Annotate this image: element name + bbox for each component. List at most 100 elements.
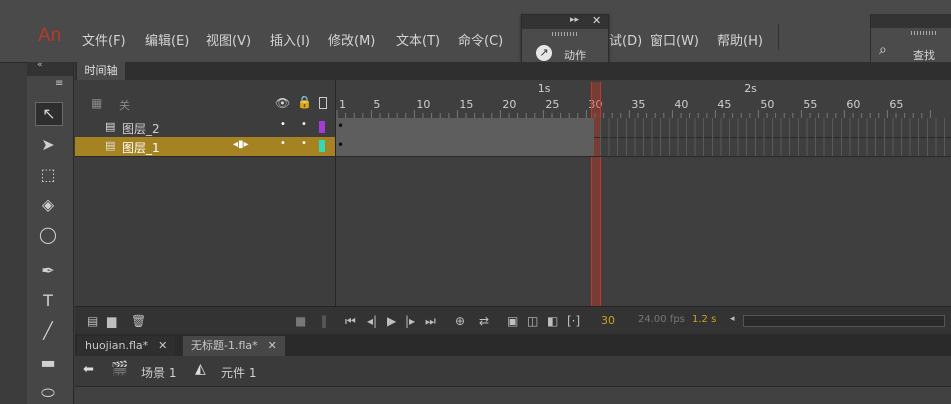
panel-header[interactable]	[871, 14, 951, 28]
document-tab-label[interactable]: 无标题-1.fla*	[191, 339, 258, 352]
menu-item[interactable]: 命令(C)	[458, 30, 503, 49]
scene-icon[interactable]: 🎬	[111, 361, 128, 377]
layer-row[interactable]: ▤ 图层_2 • •	[75, 118, 335, 138]
frame-span[interactable]	[336, 118, 594, 137]
close-icon[interactable]: ✕	[268, 339, 277, 352]
rectangle-tool-icon[interactable]: ▬	[35, 352, 61, 374]
actions-label[interactable]: 动作	[564, 47, 586, 63]
find-label[interactable]: 查找	[913, 47, 935, 63]
current-frame[interactable]: 30	[601, 314, 615, 327]
document-tab[interactable]: huojian.fla* ✕	[77, 336, 176, 356]
line-tool-icon[interactable]: ╱	[35, 320, 61, 342]
empty-frames[interactable]	[600, 137, 951, 156]
loop-icon[interactable]: ⇄	[479, 314, 489, 328]
oval-tool-icon[interactable]: ⬭	[35, 382, 61, 404]
stage[interactable]	[75, 387, 951, 404]
layer-color-swatch[interactable]	[319, 140, 325, 152]
frame-span[interactable]	[336, 137, 594, 156]
menu-icon[interactable]: ≡	[55, 78, 63, 89]
step-forward-icon[interactable]: |▸	[405, 314, 415, 328]
camera-icon[interactable]: ■	[295, 314, 306, 328]
horizontal-scrollbar[interactable]	[743, 315, 945, 327]
eye-icon[interactable]: 👁	[275, 96, 290, 110]
last-frame-icon[interactable]: ⏭	[425, 314, 436, 329]
collapse-icon[interactable]: «	[37, 60, 43, 70]
first-frame-icon[interactable]: ⏮	[345, 314, 356, 329]
keyframe-dot[interactable]: •	[337, 138, 344, 152]
pen-tool-icon[interactable]: ✒	[35, 260, 61, 282]
ruler-frame-label: 35	[631, 98, 645, 111]
selection-tool-icon[interactable]: ↖	[35, 102, 63, 126]
close-icon[interactable]: ✕	[592, 14, 601, 27]
ruler-frame-label: 55	[803, 98, 817, 111]
panel-header[interactable]: ▸▸ ✕	[522, 14, 608, 29]
layer-nav-icon[interactable]: ◂▮▸	[233, 139, 249, 150]
menu-item[interactable]: 帮助(H)	[717, 30, 763, 49]
frame-ruler[interactable]: 1s 2s1 5 10 15 20 25 30 35 40 45 50 55 60 65	[336, 80, 951, 118]
delete-icon[interactable]: 🗑	[131, 314, 146, 328]
outline-icon[interactable]	[319, 97, 327, 109]
empty-frames[interactable]	[600, 118, 951, 137]
ruler-second-label: 2s	[744, 82, 757, 95]
scroll-left-icon[interactable]: ◂	[730, 314, 735, 324]
menu-item[interactable]: 文件(F)	[82, 30, 126, 49]
symbol-label[interactable]: 元件 1	[221, 364, 256, 381]
frames-area[interactable]: 1s 2s 1 5 10 15 20 25 30 35 40 45 50 55 60 65 • •	[336, 80, 951, 308]
frame-rate[interactable]: 24.00 fps	[638, 314, 685, 325]
layer-depth-icon[interactable]: ‖	[321, 314, 327, 328]
onion-skin-icon[interactable]: ▣	[507, 314, 518, 328]
layer-name[interactable]: 图层_2	[122, 120, 160, 137]
symbol-icon[interactable]: ◭	[195, 361, 206, 377]
layer-color-swatch[interactable]	[319, 121, 325, 133]
expand-icon[interactable]: ▸▸	[570, 15, 579, 25]
new-layer-icon[interactable]: ▤	[87, 314, 98, 328]
step-back-icon[interactable]: ◂|	[367, 314, 377, 328]
document-tab-label[interactable]: huojian.fla*	[85, 339, 148, 352]
find-icon[interactable]: ⌕	[879, 42, 887, 58]
layer-row[interactable]: ▤ 图层_1 ◂▮▸ • •	[75, 137, 335, 157]
free-transform-tool-icon[interactable]: ⬚	[35, 164, 61, 186]
grip-icon[interactable]	[911, 31, 937, 35]
playhead[interactable]	[591, 82, 601, 308]
document-tab[interactable]: 无标题-1.fla* ✕	[183, 336, 285, 356]
menu-item[interactable]: 编辑(E)	[145, 30, 189, 49]
menu-item[interactable]: 文本(T)	[396, 30, 440, 49]
frame-row[interactable]: •	[336, 118, 951, 138]
menu-item[interactable]: 试(D)	[609, 30, 642, 49]
keyframe-dot[interactable]: •	[337, 119, 344, 133]
lasso-tool-icon[interactable]: ◯	[35, 224, 61, 246]
visibility-dot[interactable]: •	[280, 119, 286, 130]
menu-item[interactable]: 修改(M)	[328, 30, 375, 49]
scene-label[interactable]: 场景 1	[141, 364, 176, 381]
center-frame-icon[interactable]: ⊕	[455, 314, 465, 328]
timeline-panel: 时间轴 ▦ 关 👁 🔒 ▤ 图层_2 • • ▤ 图层_1 ◂▮▸ • • 1s 2s 1 5 10 15…	[75, 62, 951, 335]
tab-timeline[interactable]: 时间轴	[77, 62, 125, 80]
layer-icon: ▤	[105, 139, 116, 152]
folder-icon[interactable]: ▦	[91, 96, 102, 110]
layer-name[interactable]: 图层_1	[122, 139, 160, 156]
onion-outline-icon[interactable]: ◫	[527, 314, 538, 328]
lock-icon[interactable]: 🔒	[297, 95, 312, 109]
ruler-frame-label: 5	[373, 98, 380, 111]
grip-icon[interactable]	[552, 32, 578, 36]
visibility-dot[interactable]: •	[280, 138, 286, 149]
menu-item[interactable]: 插入(I)	[270, 30, 310, 49]
text-tool-icon[interactable]: T	[35, 290, 61, 312]
close-icon[interactable]: ✕	[158, 339, 167, 352]
frame-row[interactable]: •	[336, 137, 951, 157]
timeline-tabbar: 时间轴	[75, 62, 951, 80]
back-arrow-icon[interactable]: ⬅	[83, 362, 94, 377]
edit-multiple-icon[interactable]: ◧	[547, 314, 558, 328]
menu-item[interactable]: 视图(V)	[206, 30, 251, 49]
modify-markers-icon[interactable]: [·]	[567, 314, 580, 328]
3d-rotation-tool-icon[interactable]: ◈	[35, 194, 61, 216]
lock-dot[interactable]: •	[301, 119, 307, 130]
play-icon[interactable]: ▶	[387, 314, 396, 328]
lock-dot[interactable]: •	[301, 138, 307, 149]
new-folder-icon[interactable]: ▆	[107, 314, 116, 328]
toolbar-header[interactable]: «	[27, 60, 73, 76]
menu-item[interactable]: 窗口(W)	[650, 30, 699, 49]
subselection-tool-icon[interactable]: ➤	[35, 134, 61, 156]
elapsed-time[interactable]: 1.2 s	[692, 314, 716, 325]
actions-icon[interactable]: ↗	[536, 45, 552, 61]
